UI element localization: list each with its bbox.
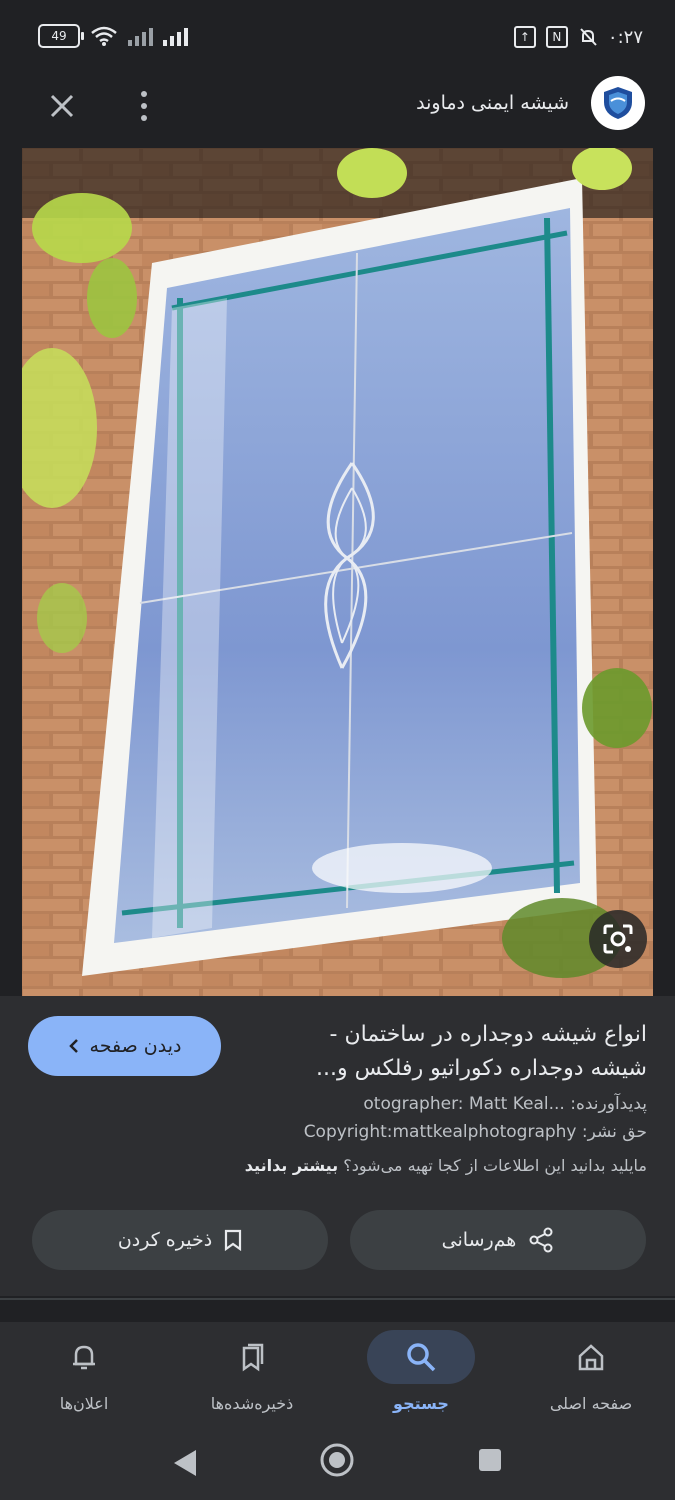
visit-page-button[interactable]: دیدن صفحه — [28, 1016, 221, 1076]
notice-text: مایلید بدانید این اطلاعات از کجا تهیه می… — [343, 1156, 647, 1175]
nav-label: ذخیره‌شده‌ها — [210, 1394, 294, 1413]
signal-icon — [163, 26, 188, 46]
status-left: 49 — [38, 24, 188, 48]
site-title[interactable]: شیشه ایمنی دماوند — [416, 92, 569, 114]
app-bar: شیشه ایمنی دماوند — [0, 70, 675, 148]
shield-logo-icon — [604, 87, 632, 119]
learn-more-link[interactable]: بیشتر بدانید — [245, 1156, 338, 1175]
result-image[interactable] — [22, 148, 653, 996]
bottom-nav: اعلان‌ها ذخیره‌شده‌ها جستجو صفحه اصلی — [0, 1322, 675, 1432]
source-notice: مایلید بدانید این اطلاعات از کجا تهیه می… — [27, 1156, 647, 1175]
save-label: ذخیره کردن — [117, 1229, 213, 1251]
site-logo — [591, 76, 645, 130]
share-label: هم‌رسانی — [441, 1229, 517, 1251]
battery-icon: 49 — [38, 24, 84, 48]
battery-level: 49 — [51, 29, 67, 43]
creator-line: پدیدآورنده: otographer: Matt Keal... — [47, 1094, 647, 1114]
nav-label: جستجو — [393, 1394, 449, 1413]
creator-label: پدیدآورنده: — [570, 1094, 647, 1114]
creator-value: otographer: Matt Keal... — [363, 1094, 565, 1114]
status-bar: 49 ↑ N ۰:۲۷ — [0, 0, 675, 70]
share-icon — [529, 1227, 553, 1253]
lens-icon — [603, 924, 633, 954]
chevron-left-icon — [68, 1039, 78, 1053]
copyright-line: حق نشر: Copyright:mattkealphotography — [47, 1122, 647, 1142]
copyright-label: حق نشر: — [581, 1122, 647, 1142]
nav-saved[interactable]: ذخیره‌شده‌ها — [168, 1322, 336, 1432]
back-icon[interactable] — [172, 1448, 198, 1478]
nfc-icon: N — [545, 26, 568, 48]
bell-icon — [30, 1330, 138, 1384]
bell-off-icon — [580, 28, 597, 46]
result-title[interactable]: انواع شیشه دوجداره در ساختمان - شیشه دوج… — [267, 1018, 647, 1086]
copyright-value: Copyright:mattkealphotography — [303, 1122, 577, 1142]
upload-icon: ↑ — [513, 26, 536, 48]
nav-search[interactable]: جستجو — [337, 1322, 505, 1432]
bookmark-icon — [225, 1229, 242, 1251]
wifi-icon — [91, 26, 117, 46]
window-photo — [22, 148, 653, 996]
visit-label: دیدن صفحه — [89, 1035, 182, 1057]
nav-home[interactable]: صفحه اصلی — [507, 1322, 675, 1432]
nav-label: اعلان‌ها — [59, 1394, 109, 1413]
search-icon — [367, 1330, 475, 1384]
recents-icon[interactable] — [478, 1448, 502, 1472]
home-icon — [537, 1330, 645, 1384]
nav-label: صفحه اصلی — [549, 1394, 633, 1413]
signal-icon — [128, 26, 153, 46]
more-vert-icon[interactable] — [134, 86, 154, 126]
result-info-panel: دیدن صفحه انواع شیشه دوجداره در ساختمان … — [0, 996, 675, 1296]
home-circle-icon[interactable] — [319, 1442, 355, 1478]
divider — [0, 1298, 675, 1300]
system-nav-bar — [0, 1432, 675, 1500]
clock: ۰:۲۷ — [607, 26, 643, 48]
close-icon[interactable] — [44, 88, 80, 124]
save-button[interactable]: ذخیره کردن — [32, 1210, 328, 1270]
share-button[interactable]: هم‌رسانی — [350, 1210, 646, 1270]
lens-search-button[interactable] — [589, 910, 647, 968]
status-right: ↑ N ۰:۲۷ — [513, 26, 643, 48]
bookmarks-icon — [198, 1330, 306, 1384]
nav-notifications[interactable]: اعلان‌ها — [0, 1322, 168, 1432]
